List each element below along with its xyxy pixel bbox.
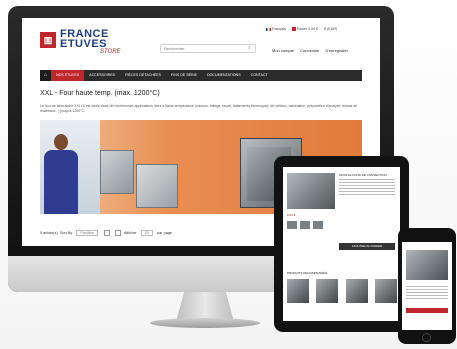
top-links: Français Panier 0,00 € € (EUR): [266, 27, 342, 32]
nav-item-etuves[interactable]: NOS ÉTUVES: [51, 70, 85, 81]
add-to-cart-button[interactable]: AJOUTER AU PANIER: [339, 243, 395, 250]
phone-product-image: [406, 250, 448, 280]
cart-icon: [291, 27, 296, 32]
currency-selector[interactable]: € (EUR): [324, 27, 337, 31]
phone-screen: [402, 242, 452, 330]
show-label: Afficher: [123, 231, 137, 235]
page-description: Le four de laboratoire XXL16 est dédié d…: [40, 104, 358, 113]
flag-fr-icon: [266, 27, 271, 31]
phone-cta-button[interactable]: [406, 308, 448, 313]
account-links: Mon compte Connexion S'enregistrer: [272, 48, 353, 53]
hero-person-body: [44, 150, 78, 214]
phone-home-button[interactable]: [422, 333, 431, 342]
tablet-section-title: PRODUITS RECOMMANDÉS: [287, 271, 328, 275]
site-header: ▥ FRANCE ETUVES STORE ⌕ Français Panier …: [22, 18, 380, 66]
search-input[interactable]: [160, 44, 256, 53]
tablet-device: MOUFLE FOUR DE CONVECTION 0,00 € AJOUTER…: [274, 156, 409, 332]
nav-item-pieces[interactable]: PIÈCES DÉTACHÉES: [120, 70, 166, 81]
language-selector[interactable]: Français: [266, 27, 286, 31]
per-page-select[interactable]: 20: [140, 230, 153, 236]
per-page-label: par page: [157, 231, 173, 235]
nav-item-accessoires[interactable]: ACCESSOIRES: [84, 70, 120, 81]
register-link[interactable]: S'enregistrer: [325, 48, 348, 53]
list-view-icon[interactable]: [115, 230, 122, 236]
logo-mark-icon: ▥: [40, 32, 56, 48]
sort-select[interactable]: Position: [76, 230, 98, 236]
tablet-screen: MOUFLE FOUR DE CONVECTION 0,00 € AJOUTER…: [283, 167, 400, 321]
oven-medium-image: [136, 164, 178, 208]
nav-item-documentations[interactable]: DOCUMENTATIONS: [202, 70, 246, 81]
monitor-foot: [150, 318, 260, 328]
oven-small-image: [100, 150, 134, 194]
sort-label: Sort By: [59, 231, 73, 235]
tablet-product-text: [339, 179, 395, 197]
item-count: 0 article(s): [40, 231, 58, 235]
search-icon[interactable]: ⌕: [248, 45, 251, 51]
devices-showcase: ▥ FRANCE ETUVES STORE ⌕ Français Panier …: [0, 0, 457, 349]
page-title: XXL - Four haute temp. (max. 1200°C): [40, 90, 160, 97]
tablet-product-image: [287, 173, 335, 209]
main-nav: ⌂ NOS ÉTUVES ACCESSOIRES PIÈCES DÉTACHÉE…: [40, 70, 362, 81]
nav-item-contact[interactable]: CONTACT: [246, 70, 273, 81]
logo-line-3: STORE: [100, 49, 121, 55]
phone-product-text: [406, 286, 448, 301]
tablet-product-title: MOUFLE FOUR DE CONVECTION: [339, 173, 387, 177]
home-icon[interactable]: ⌂: [40, 70, 51, 81]
cart-link[interactable]: Panier 0,00 €: [291, 27, 318, 32]
site-logo[interactable]: ▥ FRANCE ETUVES STORE: [40, 28, 132, 58]
account-link[interactable]: Mon compte: [272, 48, 294, 53]
tablet-thumbnails[interactable]: [287, 221, 323, 229]
phone-device: [398, 228, 456, 344]
nav-item-fins-de-serie[interactable]: FINS DE SÉRIE: [166, 70, 202, 81]
grid-view-icon[interactable]: [103, 230, 110, 236]
tablet-product-grid[interactable]: [287, 279, 397, 303]
hero-person-head: [54, 134, 68, 150]
login-link[interactable]: Connexion: [300, 48, 319, 53]
tablet-price: 0,00 €: [287, 213, 296, 217]
